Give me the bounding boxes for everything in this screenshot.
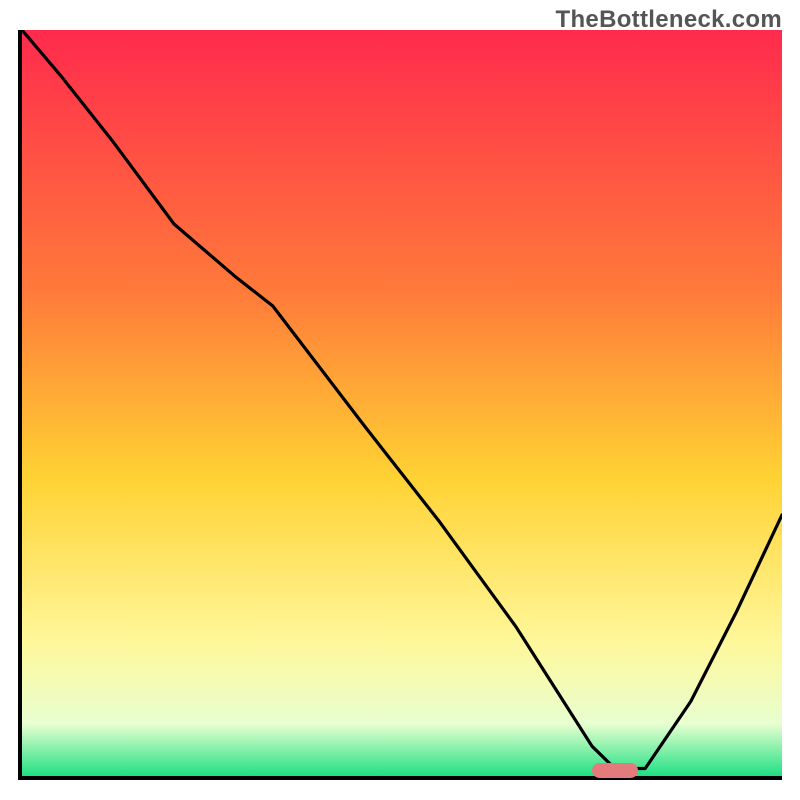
background-gradient	[22, 30, 782, 776]
optimal-marker	[592, 763, 638, 778]
chart-area	[18, 30, 782, 780]
